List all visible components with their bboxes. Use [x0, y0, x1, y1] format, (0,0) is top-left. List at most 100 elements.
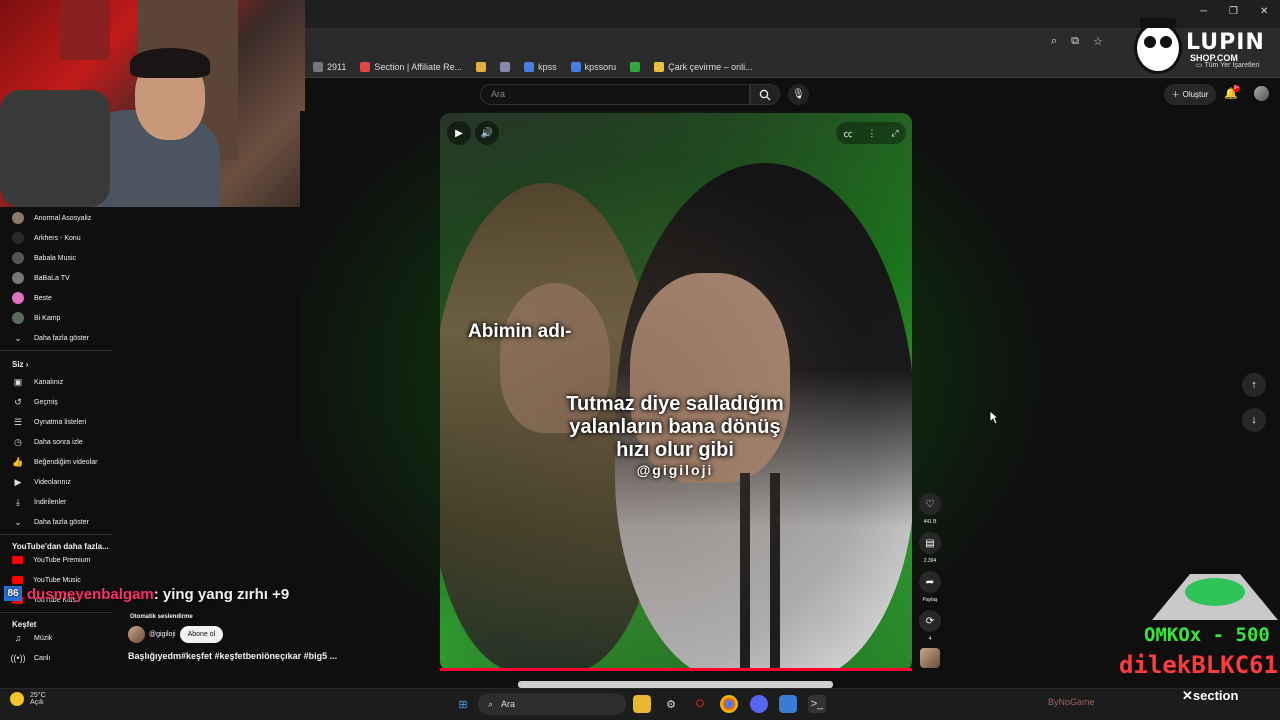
account-avatar[interactable] — [1254, 86, 1269, 101]
opera-icon[interactable]: O — [691, 695, 709, 713]
cast-icon[interactable]: ⧉ — [1071, 35, 1079, 48]
chat-username: dusmeyenbalgam — [27, 586, 154, 603]
play-icon: ▶ — [455, 127, 463, 139]
bookmark-favicon-icon — [360, 61, 371, 72]
subscription-item[interactable]: Beste — [0, 288, 115, 308]
weather-widget[interactable]: 25°C Açık — [10, 692, 46, 706]
chat-badge: 86 — [4, 586, 22, 601]
voice-search-button[interactable]: 🎙 — [788, 84, 809, 105]
more-options-icon[interactable]: ⋮ — [867, 128, 876, 139]
show-more-you[interactable]: ⌄ Daha fazla göster — [0, 512, 115, 532]
temperature: 25°C — [30, 692, 46, 699]
you-item[interactable]: ◷ Daha sonra izle — [0, 432, 115, 452]
bookmark-favicon-icon — [630, 61, 641, 72]
donation-alert-2: dilekBLKC61 — [1119, 651, 1278, 679]
file-explorer-icon[interactable] — [633, 695, 651, 713]
bookmark-item[interactable]: Çark çevirme – onli... — [654, 61, 753, 72]
bookmark-item[interactable] — [500, 61, 511, 72]
bookmark-item[interactable]: kpssoru — [570, 61, 617, 72]
bookmark-star-icon[interactable]: ☆ — [1093, 35, 1103, 48]
show-more-subscriptions[interactable]: ⌄ Daha fazla göster — [0, 328, 115, 348]
comment-icon: ▤ — [925, 537, 935, 549]
subscription-item[interactable]: BaBaLa TV — [0, 268, 115, 288]
bookmark-item[interactable]: Section | Affiliate Re... — [360, 61, 462, 72]
subscription-label: Beste — [34, 294, 52, 302]
you-item[interactable]: ↺ Geçmiş — [0, 392, 115, 412]
player-top-controls: ㏄ ⋮ ⤢ — [836, 122, 906, 144]
video-title[interactable]: Başlığıyedm#keşfet #keşfetbeniöneçıkar #… — [128, 651, 337, 661]
heart-icon: ♡ — [925, 498, 935, 510]
bookmark-label: kpssoru — [584, 61, 617, 72]
omnibox-actions: ⌕ ⧉ ☆ — [1051, 35, 1103, 48]
explore-item-icon: ♫ — [14, 633, 22, 643]
bookmark-favicon-icon — [570, 61, 581, 72]
zoom-icon[interactable]: ⌕ — [1051, 35, 1057, 48]
channel-avatar — [12, 212, 24, 224]
settings-icon[interactable]: ⚙ — [662, 695, 680, 713]
like-button[interactable]: ♡ — [919, 493, 941, 515]
subscription-item[interactable]: Babala Music — [0, 248, 115, 268]
video-shade — [440, 113, 912, 671]
next-short-button[interactable]: ↓ — [1242, 408, 1266, 432]
all-bookmarks-link[interactable]: ▭ Tüm Yer İşaretleri — [1196, 61, 1259, 69]
volume-button[interactable]: 🔊 — [475, 121, 499, 145]
you-item[interactable]: 👍 Beğendiğim videolar — [0, 452, 115, 472]
create-button[interactable]: ＋ Oluştur — [1164, 84, 1216, 105]
you-item-icon: ◷ — [14, 436, 22, 447]
explore-item[interactable]: ((•)) Canlı — [0, 648, 115, 668]
bookmark-item[interactable] — [630, 61, 641, 72]
share-icon: ➦ — [925, 576, 935, 588]
search-button[interactable] — [750, 84, 780, 105]
close-icon[interactable]: ✕ — [1260, 6, 1268, 17]
remix-button[interactable]: ⟳ — [919, 610, 941, 632]
search-icon — [759, 89, 771, 100]
channel-avatar — [12, 232, 24, 244]
bookmark-item[interactable] — [476, 61, 487, 72]
you-item[interactable]: ⤓ İndirilenler — [0, 492, 115, 512]
chrome-icon[interactable] — [720, 695, 738, 713]
chevron-down-icon: ⌄ — [14, 516, 22, 527]
subscription-item[interactable]: Anormal Asosyaliz — [0, 208, 115, 228]
minimize-icon[interactable]: ─ — [1200, 6, 1207, 17]
fullscreen-icon[interactable]: ⤢ — [891, 128, 898, 139]
sound-thumbnail[interactable] — [920, 648, 940, 668]
subscribe-button[interactable]: Abone ol — [179, 626, 224, 643]
subscription-item[interactable]: Arkhers - Konu — [0, 228, 115, 248]
channel-avatar — [12, 312, 24, 324]
discord-icon[interactable] — [750, 695, 768, 713]
windows-start-icon[interactable]: ⊞ — [454, 695, 472, 713]
you-item[interactable]: ▣ Kanalınız — [0, 372, 115, 392]
play-button[interactable]: ▶ — [447, 121, 471, 145]
subscription-label: Arkhers - Konu — [34, 234, 81, 242]
sidebar-divider — [0, 350, 113, 351]
share-button[interactable]: ➦ — [919, 571, 941, 593]
video-watermark: @gigiloji — [636, 462, 714, 478]
terminal-icon[interactable]: >_ — [808, 695, 826, 713]
captions-icon[interactable]: ㏄ — [843, 127, 852, 140]
you-section-heading[interactable]: Siz › — [12, 360, 28, 369]
subscription-item[interactable]: Bi Kamp — [0, 308, 115, 328]
donation-alert-1: OMKOx - 500 — [1144, 624, 1270, 646]
channel-avatar[interactable] — [128, 626, 145, 643]
you-item[interactable]: ▶ Videolarınız — [0, 472, 115, 492]
video-progress-bar[interactable] — [440, 668, 912, 671]
horizontal-scrollbar[interactable] — [518, 681, 833, 688]
comment-button[interactable]: ▤ — [919, 532, 941, 554]
you-item[interactable]: ☰ Oynatma listeleri — [0, 412, 115, 432]
channel-name[interactable]: @gigiloji — [149, 631, 176, 638]
caption-line-1: Tutmaz diye salladığım — [566, 393, 784, 415]
bookmark-item[interactable]: kpss — [524, 61, 557, 72]
subscription-label: Bi Kamp — [34, 314, 61, 322]
previous-short-button[interactable]: ↑ — [1242, 373, 1266, 397]
bookmark-item[interactable]: 2911 — [313, 61, 346, 72]
youtube-product-item[interactable]: YouTube Premium — [0, 550, 115, 570]
explore-item[interactable]: ♫ Müzik — [0, 628, 115, 648]
bookmark-favicon-icon — [654, 61, 665, 72]
app-window-icon[interactable] — [779, 695, 797, 713]
taskbar-search[interactable]: ⌕ Ara — [478, 693, 626, 715]
subscription-label: Babala Music — [34, 254, 77, 262]
search-input[interactable]: Ara — [480, 84, 750, 105]
microphone-icon: 🎙 — [792, 89, 805, 100]
subscription-label: BaBaLa TV — [34, 274, 70, 282]
maximize-icon[interactable]: ❐ — [1229, 6, 1238, 17]
